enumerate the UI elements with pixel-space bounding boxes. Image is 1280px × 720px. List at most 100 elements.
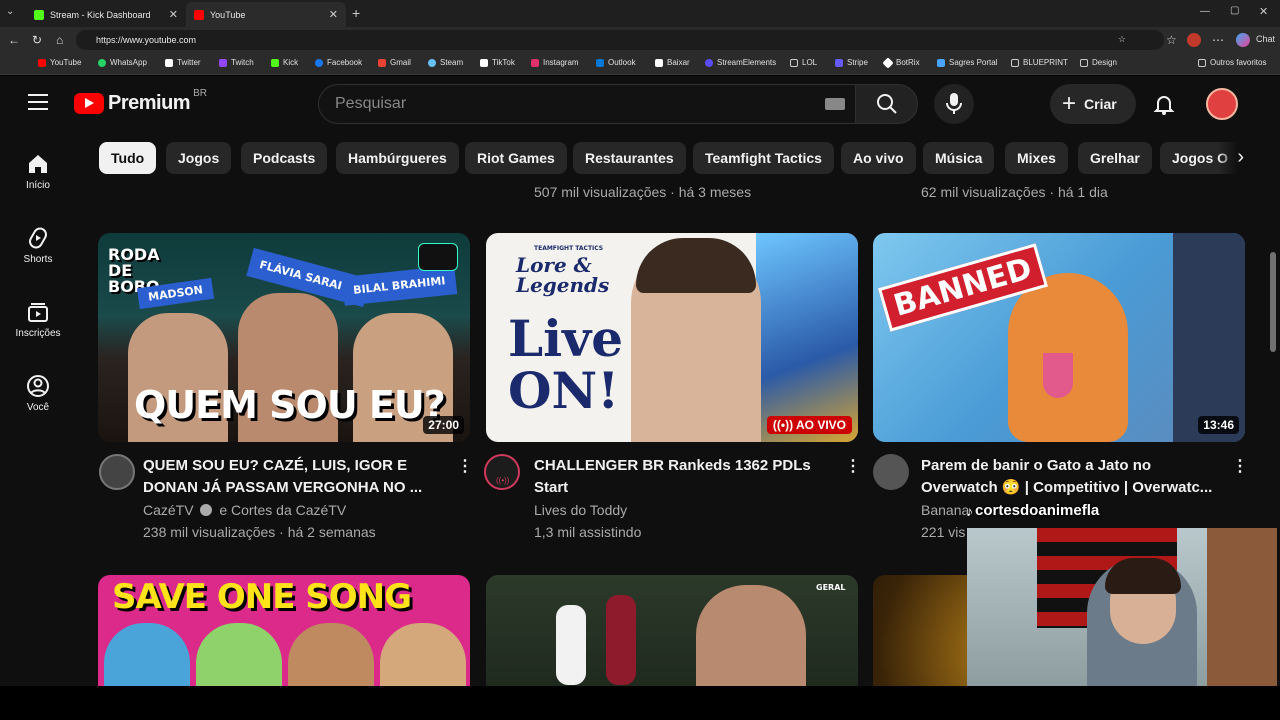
tab-kick-dashboard[interactable]: Stream - Kick Dashboard ✕ — [26, 2, 186, 27]
chip-riot-games[interactable]: Riot Games — [465, 142, 567, 174]
channel-avatar[interactable] — [873, 454, 909, 490]
bookmark-item[interactable]: Twitch — [219, 58, 254, 67]
bookmark-item[interactable]: Instagram — [531, 58, 579, 67]
bookmark-item[interactable]: Kick — [271, 58, 298, 67]
chip-teamfight-tactics[interactable]: Teamfight Tactics — [693, 142, 834, 174]
bookmark-item[interactable]: WhatsApp — [98, 58, 147, 67]
sidebar-label: Shorts — [23, 254, 53, 265]
chips-scroll-right-button[interactable]: › — [1218, 142, 1268, 174]
tab-title: YouTube — [210, 9, 246, 20]
video-thumbnail[interactable]: TEAMFIGHT TACTICS Lore & Legends Live ON… — [486, 233, 858, 442]
chip-jogos[interactable]: Jogos — [166, 142, 232, 174]
bookmark-item[interactable]: BotRix — [882, 56, 920, 69]
close-tab-icon[interactable]: ✕ — [169, 8, 178, 21]
chip-grelhar[interactable]: Grelhar — [1078, 142, 1152, 174]
youtube-icon — [38, 58, 46, 67]
sidebar-item-inscricoes[interactable]: Inscrições — [0, 300, 76, 339]
bookmark-item[interactable]: Steam — [428, 58, 463, 67]
minimize-icon[interactable]: — — [1200, 6, 1210, 17]
channel-name[interactable]: CazéTV e Cortes da CazéTV — [143, 499, 346, 521]
new-tab-button[interactable]: + — [352, 5, 360, 21]
cazetv-watermark-icon — [418, 243, 458, 271]
keyboard-icon[interactable] — [825, 98, 845, 110]
sidebar-item-voce[interactable]: Você — [0, 374, 76, 413]
bookmark-item[interactable]: Twitter — [165, 58, 201, 67]
bookmark-item[interactable]: StreamElements — [705, 58, 776, 67]
channel-name[interactable]: Lives do Toddy — [534, 499, 627, 521]
chip-ao-vivo[interactable]: Ao vivo — [841, 142, 916, 174]
webcam-overlay — [967, 528, 1277, 700]
kick-favicon-icon — [34, 9, 44, 20]
other-favorites-folder[interactable]: Outros favoritos — [1198, 58, 1266, 67]
bookmark-folder[interactable]: LOL — [790, 58, 817, 67]
bookmark-item[interactable]: Gmail — [378, 58, 411, 67]
tab-list-button[interactable]: ⌄ — [6, 6, 14, 17]
address-bar[interactable]: https://www.youtube.com ☆ — [76, 30, 1164, 50]
back-icon[interactable]: ← — [8, 33, 20, 47]
sidebar-item-inicio[interactable]: Início — [0, 152, 76, 191]
video-menu-icon[interactable]: ⋮ — [1232, 456, 1248, 476]
video-title[interactable]: CHALLENGER BR Rankeds 1362 PDLs Start — [534, 455, 824, 499]
video-thumbnail[interactable]: SAVE ONE SONG — [98, 575, 470, 686]
channel-name[interactable]: Banana — [921, 499, 969, 521]
favorites-icon[interactable]: ☆ — [1166, 33, 1177, 47]
video-thumbnail[interactable]: GERAL — [486, 575, 858, 686]
video-thumbnail[interactable]: RODA DE BOBO MADSON FLÁVIA SARAIVA BILAL… — [98, 233, 470, 442]
create-button[interactable]: + Criar — [1050, 84, 1136, 124]
notifications-bell-icon[interactable] — [1152, 92, 1176, 121]
bookmark-label: Twitch — [231, 58, 254, 67]
bookmark-item[interactable]: Outlook — [596, 58, 636, 67]
thumbnail-subtitle: Lore & Legends — [516, 253, 610, 297]
more-options-icon[interactable]: ⋯ — [1212, 33, 1224, 47]
home-button-icon[interactable]: ⌂ — [56, 33, 63, 47]
page-scrollbar[interactable] — [1270, 252, 1276, 352]
channel-name-text: CazéTV — [143, 502, 194, 518]
channel-avatar[interactable] — [99, 454, 135, 490]
chip-restaurantes[interactable]: Restaurantes — [573, 142, 686, 174]
favorite-star-icon[interactable]: ☆ — [1118, 34, 1126, 45]
video-title[interactable]: QUEM SOU EU? CAZÉ, LUIS, IGOR E DONAN JÁ… — [143, 455, 443, 499]
thumbnail-player-shape — [606, 595, 636, 685]
bookmark-item[interactable]: Stripe — [835, 58, 868, 67]
bookmark-folder[interactable]: BLUEPRINT — [1011, 58, 1068, 67]
reload-icon[interactable]: ↻ — [32, 33, 42, 47]
bookmark-item[interactable]: YouTube — [38, 58, 81, 67]
bookmark-label: Twitter — [177, 58, 201, 67]
bookmarks-bar: YouTube WhatsApp Twitter Twitch Kick Fac… — [0, 53, 1280, 75]
video-meta: 221 vis — [921, 524, 966, 540]
baixar-icon — [655, 58, 663, 67]
close-window-icon[interactable]: ✕ — [1259, 5, 1268, 18]
tab-youtube[interactable]: YouTube ✕ — [186, 2, 346, 27]
chip-podcasts[interactable]: Podcasts — [241, 142, 328, 174]
video-menu-icon[interactable]: ⋮ — [457, 456, 473, 476]
chip-mixes[interactable]: Mixes — [1005, 142, 1068, 174]
search-button[interactable] — [855, 84, 918, 124]
video-duration: 27:00 — [423, 416, 464, 434]
thumbnail-art-shape — [756, 233, 858, 442]
bookmark-item[interactable]: Sagres Portal — [937, 58, 997, 67]
close-tab-icon[interactable]: ✕ — [329, 8, 338, 21]
chip-musica[interactable]: Música — [923, 142, 995, 174]
bookmark-item[interactable]: Baixar — [655, 58, 690, 67]
video-meta: 238 mil visualizações · há 2 semanas — [143, 524, 376, 540]
bookmark-folder[interactable]: Design — [1080, 58, 1117, 67]
channel-avatar[interactable]: ((•)) — [484, 454, 520, 490]
search-input[interactable]: Pesquisar — [318, 84, 856, 124]
botrix-icon — [882, 56, 894, 69]
bookmark-item[interactable]: TikTok — [480, 58, 515, 67]
youtube-logo[interactable]: Premium BR — [74, 88, 207, 115]
bookmark-label: Design — [1092, 58, 1117, 67]
video-thumbnail[interactable]: BANNED 13:46 — [873, 233, 1245, 442]
sidebar-item-shorts[interactable]: Shorts — [0, 226, 76, 265]
account-avatar[interactable] — [1206, 88, 1238, 120]
chip-tudo[interactable]: Tudo — [99, 142, 157, 174]
video-menu-icon[interactable]: ⋮ — [845, 456, 861, 476]
bookmark-item[interactable]: Facebook — [315, 58, 362, 67]
video-title[interactable]: Parem de banir o Gato a Jato no Overwatc… — [921, 455, 1221, 499]
maximize-icon[interactable]: ▢ — [1230, 5, 1239, 16]
profile-avatar[interactable] — [1187, 33, 1201, 47]
thumbnail-tag: BILAL BRAHIMI — [341, 265, 457, 306]
chip-hamburgueres[interactable]: Hambúrgueres — [336, 142, 459, 174]
voice-search-button[interactable] — [934, 84, 974, 124]
menu-icon[interactable] — [28, 94, 48, 110]
